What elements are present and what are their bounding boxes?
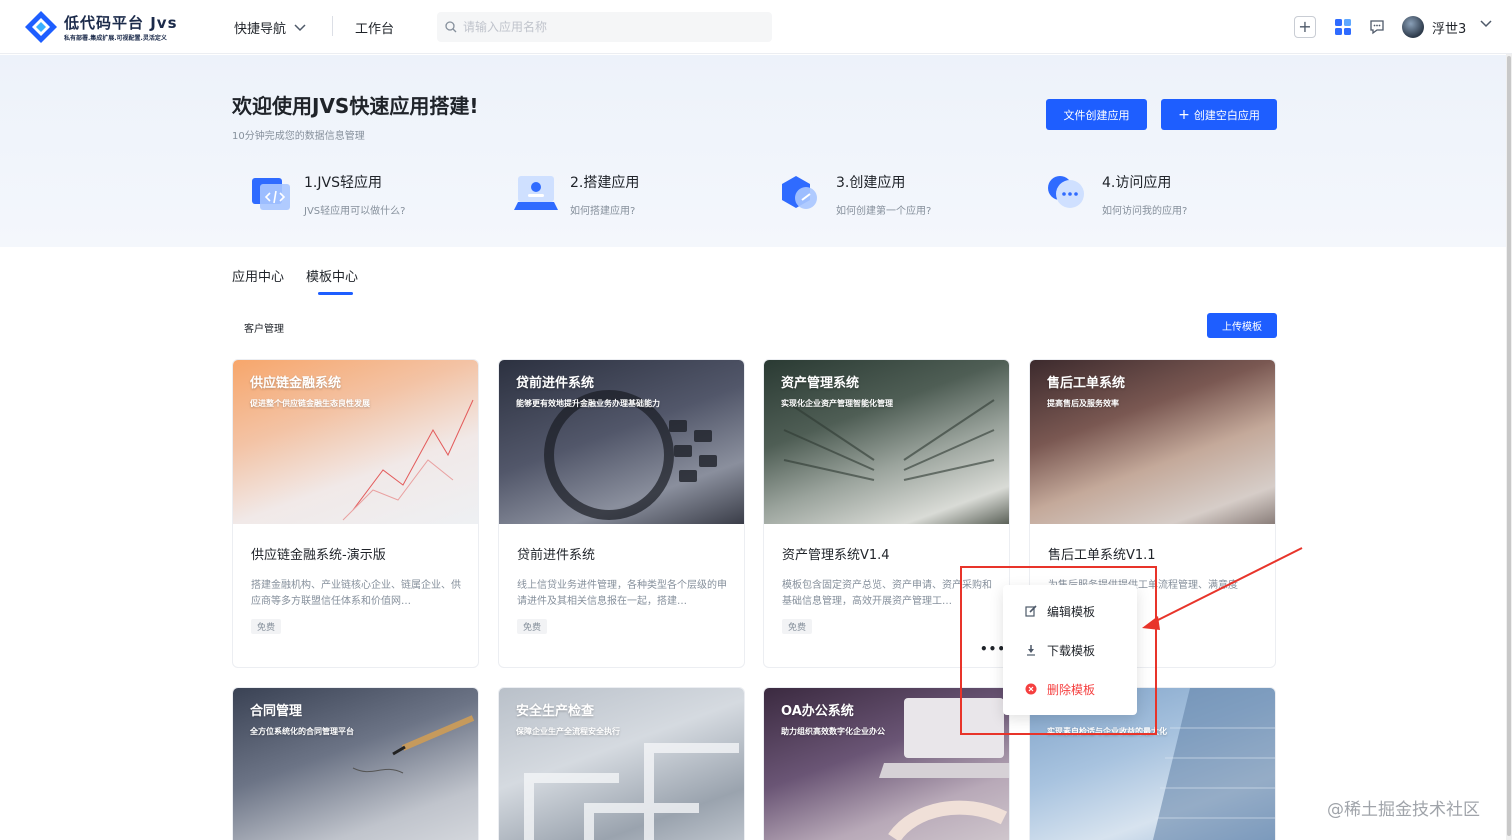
chevron-down-icon — [294, 23, 306, 31]
edit-icon — [1025, 605, 1037, 617]
tab-template-center[interactable]: 模板中心 — [306, 266, 358, 285]
card-cover-subtitle: 提高售后及服务效率 — [1047, 399, 1119, 408]
card-cover-subtitle: 实现素自检适与企业收益的最大化 — [1047, 727, 1167, 736]
menu-item-edit-template[interactable]: 编辑模板 — [1025, 601, 1095, 621]
code-window-icon — [252, 178, 290, 210]
price-tag: 免费 — [517, 619, 548, 634]
template-card[interactable]: 合同管理 全方位系统化的合同管理平台 — [232, 687, 479, 840]
upload-template-button[interactable]: 上传模板 — [1207, 313, 1277, 338]
card-cover-title: 合同管理 — [250, 704, 303, 719]
step-desc[interactable]: 如何搭建应用? — [570, 202, 635, 217]
logo-icon — [25, 11, 57, 43]
card-cover-image: 资产管理系统 实现化企业资产管理智能化管理 — [764, 360, 1009, 524]
card-cover-title: 供应链金融系统 — [250, 376, 342, 391]
card-cover-title: 贷前进件系统 — [516, 376, 595, 391]
logo-title: 低代码平台 Jvs — [64, 14, 178, 32]
app-search[interactable] — [437, 12, 772, 42]
delete-circle-icon — [1025, 683, 1037, 695]
user-chevron-down-icon[interactable] — [1480, 20, 1492, 28]
tab-active-indicator — [318, 292, 353, 295]
template-card[interactable]: 供应链金融系统 促进整个供应链金融生态良性发展 供应链金融系统-演示版 搭建金融… — [232, 359, 479, 668]
card-cover-title: OA办公系统 — [781, 704, 854, 719]
card-cover-subtitle: 保障企业生产全流程安全执行 — [516, 727, 620, 736]
step-visit-app[interactable]: 4.访问应用 如何访问我的应用? — [1046, 168, 1286, 224]
link-gear-icon — [782, 176, 817, 209]
card-cover-subtitle: 全方位系统化的合同管理平台 — [250, 727, 354, 736]
template-card[interactable]: 贷前进件系统 能够更有效地提升金融业务办理基础能力 贷前进件系统 线上信贷业务进… — [498, 359, 745, 668]
top-bar: 低代码平台 Jvs 私有部署.集成扩展.可视配置.灵活定义 快捷导航 工作台 +… — [0, 0, 1512, 54]
category-filter-customer-management[interactable]: 客户管理 — [244, 320, 284, 335]
logo[interactable]: 低代码平台 Jvs 私有部署.集成扩展.可视配置.灵活定义 — [24, 10, 194, 44]
menu-item-label: 编辑模板 — [1047, 604, 1096, 619]
step-desc[interactable]: 如何创建第一个应用? — [836, 202, 931, 217]
card-description: 搭建金融机构、产业链核心企业、链属企业、供应商等多方联盟信任体系和价值网… — [251, 580, 461, 607]
card-cover-subtitle: 助力组织高效数字化企业办公 — [781, 727, 885, 736]
search-input[interactable] — [463, 20, 743, 34]
tab-app-center[interactable]: 应用中心 — [232, 266, 284, 285]
step-desc[interactable]: 如何访问我的应用? — [1102, 202, 1187, 217]
menu-item-label: 下载模板 — [1047, 643, 1096, 658]
step-title: 1.JVS轻应用 — [304, 175, 382, 191]
template-card[interactable]: 安全生产检查 保障企业生产全流程安全执行 — [498, 687, 745, 840]
template-actions-menu: 编辑模板 下载模板 删除模板 — [1003, 585, 1137, 715]
card-cover-title: 安全生产检查 — [516, 704, 595, 719]
add-icon[interactable]: + — [1294, 16, 1316, 38]
avatar[interactable] — [1402, 16, 1424, 38]
card-description: 模板包含固定资产总览、资产申请、资产采购和基础信息管理，高效开展资产管理工… — [782, 580, 992, 607]
download-icon — [1027, 645, 1035, 656]
step-jvs-light-app[interactable]: 1.JVS轻应用 JVS轻应用可以做什么? — [248, 168, 488, 224]
logo-subtitle: 私有部署.集成扩展.可视配置.灵活定义 — [64, 35, 167, 42]
card-cover-image: 安全生产检查 保障企业生产全流程安全执行 — [499, 688, 744, 840]
card-cover-subtitle: 实现化企业资产管理智能化管理 — [781, 399, 893, 408]
card-title: 供应链金融系统-演示版 — [251, 548, 386, 563]
chat-bubble-icon — [1048, 176, 1084, 208]
card-cover-image: OA办公系统 助力组织高效数字化企业办公 — [764, 688, 1009, 840]
monitor-icon — [514, 176, 558, 210]
card-cover-image: 合同管理 全方位系统化的合同管理平台 — [233, 688, 478, 840]
menu-item-delete-template[interactable]: 删除模板 — [1025, 679, 1095, 699]
card-cover-title: 资产管理系统 — [781, 376, 860, 391]
step-create-app[interactable]: 3.创建应用 如何创建第一个应用? — [780, 168, 1020, 224]
menu-item-label: 删除模板 — [1047, 682, 1096, 697]
menu-item-download-template[interactable]: 下载模板 — [1025, 640, 1095, 660]
template-card[interactable]: OA办公系统 助力组织高效数字化企业办公 — [763, 687, 1010, 840]
card-cover-subtitle: 能够更有效地提升金融业务办理基础能力 — [516, 399, 660, 408]
step-desc[interactable]: JVS轻应用可以做什么? — [304, 202, 405, 217]
step-title: 2.搭建应用 — [570, 175, 640, 191]
card-title: 售后工单系统V1.1 — [1048, 548, 1156, 563]
card-title: 资产管理系统V1.4 — [782, 548, 890, 563]
price-tag: 免费 — [782, 619, 813, 634]
create-blank-app-button[interactable]: + 创建空白应用 — [1161, 99, 1277, 130]
scrollbar-thumb[interactable] — [1507, 56, 1511, 836]
template-card[interactable]: 资产管理系统 实现化企业资产管理智能化管理 资产管理系统V1.4 模板包含固定资… — [763, 359, 1010, 668]
card-cover-title: 售后工单系统 — [1047, 376, 1126, 391]
plus-icon: + — [1178, 106, 1190, 123]
create-blank-app-label: 创建空白应用 — [1193, 108, 1260, 122]
quick-nav-label: 快捷导航 — [234, 22, 287, 37]
quick-nav-dropdown[interactable]: 快捷导航 — [234, 18, 306, 37]
card-description: 线上信贷业务进件管理，各种类型各个层级的申请进件及其相关信息报在一起，搭建… — [517, 580, 727, 607]
user-name[interactable]: 浮世3 — [1432, 18, 1466, 37]
step-title: 4.访问应用 — [1102, 175, 1172, 191]
nav-divider — [332, 16, 333, 36]
card-cover-image: 供应链金融系统 促进整个供应链金融生态良性发展 — [233, 360, 478, 524]
card-title: 贷前进件系统 — [517, 548, 596, 563]
card-cover-image: 售后工单系统 提高售后及服务效率 — [1030, 360, 1275, 524]
card-cover-subtitle: 促进整个供应链金融生态良性发展 — [250, 399, 370, 408]
file-create-app-button[interactable]: 文件创建应用 — [1046, 99, 1147, 130]
step-build-app[interactable]: 2.搭建应用 如何搭建应用? — [514, 168, 754, 224]
apps-grid-icon[interactable] — [1332, 16, 1354, 38]
search-icon — [445, 21, 457, 33]
message-icon[interactable] — [1366, 16, 1388, 38]
watermark: @稀土掘金技术社区 — [1327, 800, 1480, 820]
price-tag: 免费 — [251, 619, 282, 634]
workbench-link[interactable]: 工作台 — [355, 18, 394, 37]
card-cover-image: 贷前进件系统 能够更有效地提升金融业务办理基础能力 — [499, 360, 744, 524]
hero-subtitle: 10分钟完成您的数据信息管理 — [232, 131, 365, 142]
step-title: 3.创建应用 — [836, 175, 906, 191]
hero-title: 欢迎使用JVS快速应用搭建! — [232, 94, 479, 118]
